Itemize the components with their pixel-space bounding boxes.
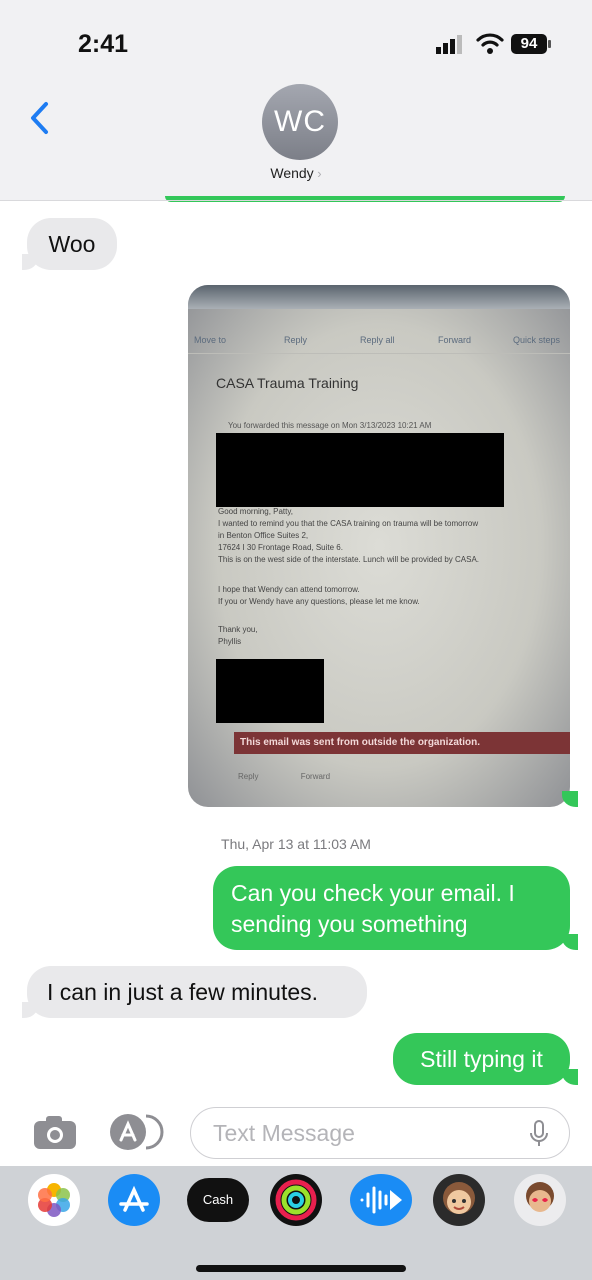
email-action-reply: Reply: [238, 772, 259, 781]
message-sent-check-email[interactable]: Can you check your email. I sending you …: [213, 866, 570, 950]
photo-message[interactable]: Move to Reply Reply all Forward Quick st…: [188, 285, 570, 807]
message-received-i-can[interactable]: I can in just a few minutes.: [27, 966, 367, 1018]
email-subject: CASA Trauma Training: [216, 375, 359, 391]
fitness-app[interactable]: [270, 1174, 322, 1226]
apple-cash-label: Cash: [202, 1192, 234, 1207]
email-body-line: Phyllis: [218, 637, 242, 646]
audio-message-app[interactable]: [350, 1174, 412, 1226]
contact-name-button[interactable]: Wendy ›: [0, 165, 592, 181]
cellular-signal-icon: [436, 35, 462, 54]
memoji-app[interactable]: [433, 1174, 485, 1226]
message-input-placeholder: Text Message: [213, 1120, 355, 1146]
photos-icon: [38, 1183, 70, 1217]
fitness-icon: [275, 1179, 317, 1221]
message-received-woo[interactable]: Woo: [27, 218, 117, 270]
memoji-icon: [443, 1182, 475, 1214]
email-body-line: Thank you,: [218, 625, 258, 634]
contact-name: Wendy: [270, 165, 314, 181]
battery-tip: [548, 40, 551, 48]
redaction-box: [216, 433, 504, 507]
email-action-forward: Forward: [300, 772, 331, 781]
app-store-app[interactable]: [108, 1174, 160, 1226]
contact-avatar[interactable]: WC: [262, 84, 338, 160]
chevron-left-icon: [31, 102, 48, 134]
back-button[interactable]: [28, 100, 58, 140]
email-toolbar: Move to Reply Reply all Forward Quick st…: [188, 327, 570, 354]
message-sent-still-typing[interactable]: Still typing it: [393, 1033, 570, 1085]
memoji-stickers-app[interactable]: [514, 1174, 566, 1226]
email-toolbar-forward: Forward: [438, 335, 472, 345]
email-toolbar-reply-all: Reply all: [360, 335, 395, 345]
photo-background-band: [188, 285, 570, 309]
external-email-warning: This email was sent from outside the org…: [234, 732, 570, 754]
apps-button[interactable]: [108, 1112, 168, 1152]
camera-icon: [34, 1116, 76, 1149]
bubble-tail: [562, 934, 578, 950]
home-indicator: [196, 1265, 406, 1272]
email-actions: Reply Forward: [238, 772, 330, 781]
email-toolbar-reply: Reply: [284, 335, 308, 345]
message-input[interactable]: Text Message: [190, 1107, 570, 1159]
photos-app[interactable]: [28, 1174, 80, 1226]
message-timestamp: Thu, Apr 13 at 11:03 AM: [221, 836, 371, 852]
app-store-icon: [119, 1185, 149, 1212]
header-divider: [0, 200, 592, 201]
previous-message-bubble-edge: [165, 196, 565, 202]
bubble-tail: [22, 1002, 38, 1018]
email-body-line: I wanted to remind you that the CASA tra…: [218, 519, 479, 528]
email-body-line: 17624 I 30 Frontage Road, Suite 6.: [218, 543, 343, 552]
wifi-icon: [476, 33, 504, 54]
audio-message-icon: [360, 1186, 402, 1214]
camera-button[interactable]: [32, 1112, 78, 1152]
bubble-tail: [562, 791, 578, 807]
email-body-line: in Benton Office Suites 2,: [218, 531, 309, 540]
bubble-tail: [562, 1069, 578, 1085]
memoji-stickers-icon: [526, 1182, 554, 1212]
email-body-line: This is on the west side of the intersta…: [218, 555, 480, 564]
email-forward-note: You forwarded this message on Mon 3/13/2…: [228, 421, 432, 430]
email-body-line: If you or Wendy have any questions, plea…: [218, 597, 420, 606]
email-toolbar-move: Move to: [194, 335, 227, 345]
status-time: 2:41: [78, 30, 129, 58]
bubble-tail: [22, 254, 38, 270]
email-body-line: I hope that Wendy can attend tomorrow.: [218, 585, 360, 594]
email-body-line: Good morning, Patty,: [218, 507, 293, 516]
battery-icon: 94: [511, 34, 547, 54]
apple-cash-app[interactable]: Cash: [187, 1178, 249, 1222]
redaction-box: [216, 659, 324, 723]
email-toolbar-quick-steps: Quick steps: [513, 335, 561, 345]
chevron-right-icon: ›: [313, 166, 322, 181]
app-store-icon: [110, 1114, 164, 1150]
microphone-icon[interactable]: [529, 1120, 549, 1148]
